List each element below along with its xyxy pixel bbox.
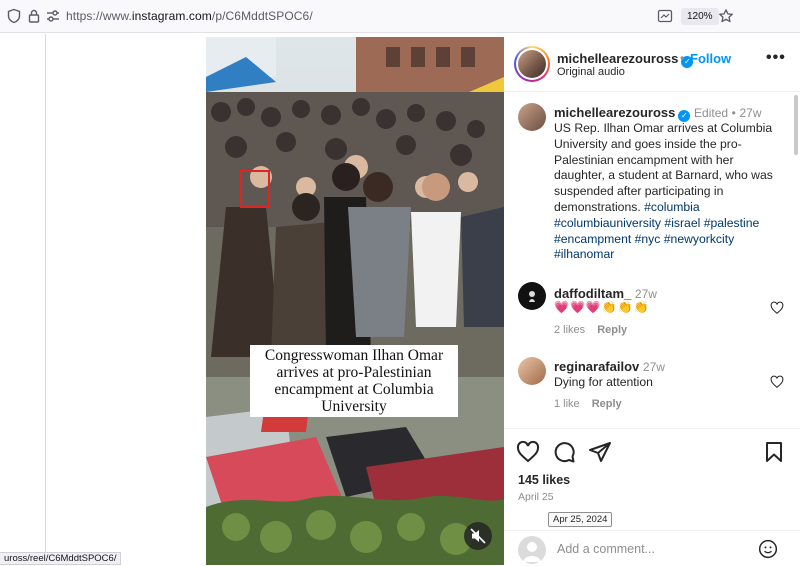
hashtag-link[interactable]: #ilhanomar <box>554 247 614 261</box>
comment-input[interactable]: Add a comment... <box>557 542 655 556</box>
caption-age[interactable]: 27w <box>740 106 762 120</box>
hashtag-link[interactable]: #columbiauniversity <box>554 216 661 230</box>
comment-author[interactable]: reginarafailov 27w <box>554 359 665 374</box>
permissions-icon[interactable] <box>45 8 61 24</box>
comment-avatar[interactable] <box>518 282 546 310</box>
like-count[interactable]: 145 likes <box>518 473 570 487</box>
follow-button[interactable]: Follow <box>690 51 731 66</box>
caption-author-username[interactable]: michellearezouross <box>554 105 675 120</box>
hashtag-link[interactable]: #israel <box>664 216 700 230</box>
more-options-icon[interactable]: ••• <box>766 49 786 67</box>
reel-video[interactable]: Congresswoman Ilhan Omar arrives at pro-… <box>206 37 504 565</box>
comment-text: Dying for attention <box>554 375 653 389</box>
hashtag-link[interactable]: #encampment <box>554 232 631 246</box>
caption-text: US Rep. Ilhan Omar arrives at Columbia U… <box>554 121 786 263</box>
hashtag-link[interactable]: #nyc <box>635 232 661 246</box>
comment-like-heart-icon[interactable] <box>770 301 784 315</box>
browser-url-bar: https://www.instagram.com/p/C6MddtSPOC6/… <box>0 0 800 33</box>
comment-age: 27w <box>634 287 657 301</box>
caption-dot: • <box>731 106 736 120</box>
user-placeholder-icon <box>523 542 541 562</box>
status-bar-link: uross/reel/C6MddtSPOC6/ <box>0 552 122 565</box>
post-header: michellearezouross ✓ • Follow Original au… <box>504 37 800 92</box>
post-details-panel: michellearezouross ✓ • Follow Original au… <box>504 37 800 565</box>
comment-avatar-image <box>529 291 535 302</box>
reply-button[interactable]: Reply <box>592 398 622 410</box>
heart-icon[interactable] <box>516 440 540 464</box>
reader-view-icon[interactable] <box>657 8 673 24</box>
current-user-avatar <box>518 536 546 564</box>
author-avatar[interactable] <box>514 46 550 82</box>
comment-age: 27w <box>642 360 665 374</box>
url-prefix: https://www. <box>66 9 132 23</box>
comment-meta: 2 likes Reply <box>554 324 627 336</box>
comment-likes[interactable]: 2 likes <box>554 324 585 336</box>
caption-author-avatar[interactable] <box>518 103 546 131</box>
comment-icon[interactable] <box>552 440 576 464</box>
face-highlight-box <box>240 170 270 208</box>
hashtag-link[interactable]: #newyorkcity <box>664 232 734 246</box>
zoom-level-button[interactable]: 120% <box>681 8 719 25</box>
post-date[interactable]: April 25 <box>518 491 554 503</box>
emoji-icon[interactable] <box>758 539 778 559</box>
comment-username[interactable]: reginarafailov <box>554 359 639 374</box>
comment-likes[interactable]: 1 like <box>554 398 580 410</box>
hashtag-link[interactable]: #palestine <box>704 216 760 230</box>
reply-button[interactable]: Reply <box>597 324 627 336</box>
action-bar: 145 likes April 25 Apr 25, 2024 Add a co… <box>504 428 800 565</box>
lock-icon[interactable] <box>26 8 42 24</box>
hashtag-link[interactable]: #columbia <box>644 200 700 214</box>
url-field[interactable]: https://www.instagram.com/p/C6MddtSPOC6/ <box>66 9 313 23</box>
url-path: /p/C6MddtSPOC6/ <box>211 9 313 23</box>
video-caption: Congresswoman Ilhan Omar arrives at pro-… <box>250 345 458 417</box>
comment-avatar[interactable] <box>518 357 546 385</box>
bookmark-star-icon[interactable] <box>718 8 734 24</box>
left-sidebar-blank <box>0 34 46 565</box>
shield-icon[interactable] <box>6 8 22 24</box>
caption-author[interactable]: michellearezouross ✓ Edited • 27w <box>554 105 762 122</box>
share-icon[interactable] <box>588 440 612 464</box>
mute-button[interactable] <box>464 522 492 550</box>
add-comment-bar: Add a comment... <box>504 530 800 566</box>
comment-author[interactable]: daffodiltam_ 27w <box>554 286 657 301</box>
author-username-text[interactable]: michellearezouross <box>557 51 678 66</box>
url-domain: instagram.com <box>131 9 212 23</box>
video-frame <box>206 37 504 565</box>
date-tooltip: Apr 25, 2024 <box>548 512 613 527</box>
edited-label: Edited <box>694 106 729 120</box>
comment-like-heart-icon[interactable] <box>770 375 784 389</box>
comment-text: 💗💗💗👏👏👏 <box>554 300 650 314</box>
scrollbar[interactable] <box>794 95 798 155</box>
mute-icon <box>470 528 486 544</box>
comment-username[interactable]: daffodiltam_ <box>554 286 631 301</box>
comment-meta: 1 like Reply <box>554 398 622 410</box>
header-dot: • <box>680 51 685 65</box>
save-icon[interactable] <box>762 440 786 464</box>
audio-label[interactable]: Original audio <box>557 66 625 78</box>
